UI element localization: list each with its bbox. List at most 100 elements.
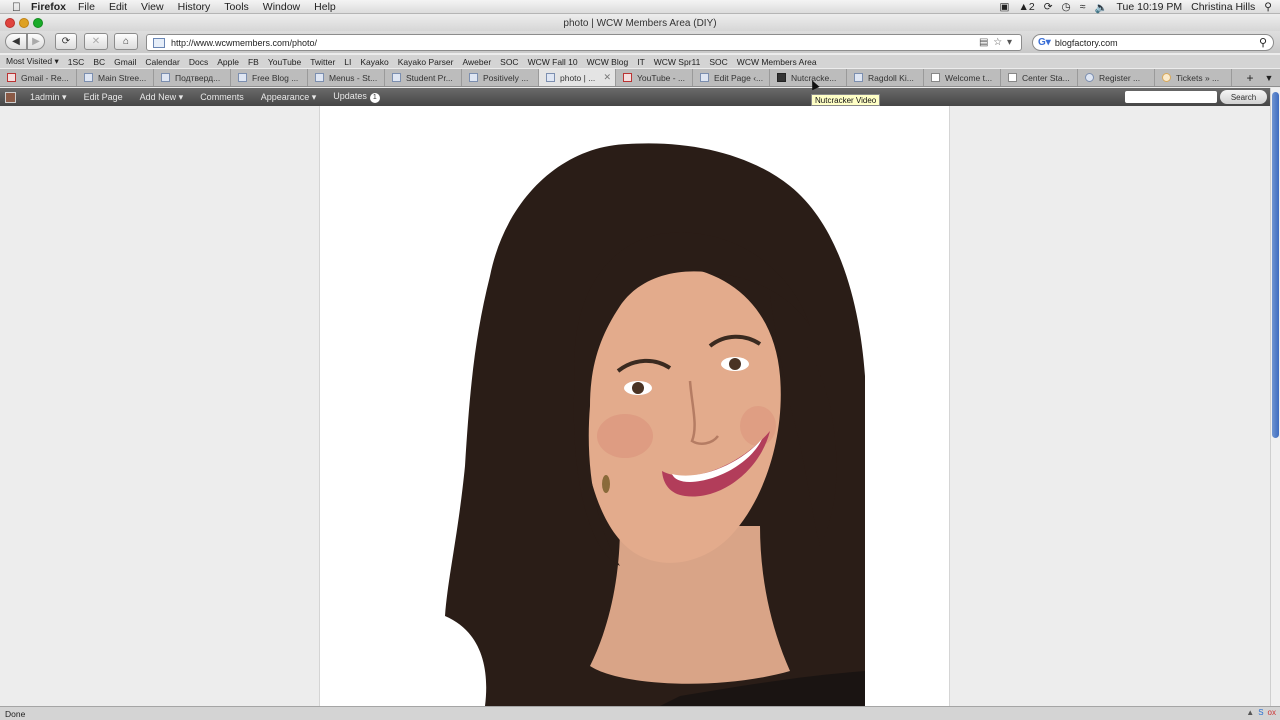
bookmark-wcw-members-area[interactable]: WCW Members Area	[737, 57, 817, 67]
add-new-label: Add New	[139, 91, 177, 102]
tab-ragdoll[interactable]: Ragdoll Ki...	[847, 69, 924, 86]
bookmark-kayako-parser[interactable]: Kayako Parser	[398, 57, 454, 67]
add-new-menu[interactable]: Add New ▾	[140, 92, 184, 103]
admin-search-button[interactable]: Search	[1220, 90, 1267, 104]
tab-photo-active[interactable]: photo | ... ✕	[539, 69, 616, 86]
url-text[interactable]: http://www.wcwmembers.com/photo/	[171, 38, 317, 48]
bookmark-docs[interactable]: Docs	[189, 57, 208, 67]
admin-user-menu[interactable]: 1admin ▾	[30, 92, 67, 103]
tab-student-pr[interactable]: Student Pr...	[385, 69, 462, 86]
close-tab-icon[interactable]: ✕	[603, 72, 611, 83]
comments-link[interactable]: Comments	[200, 92, 244, 102]
menu-view[interactable]: View	[141, 1, 164, 13]
wifi-icon[interactable]: ≈	[1080, 1, 1086, 13]
bookmark-youtube[interactable]: YouTube	[268, 57, 301, 67]
chevron-down-icon: ▾	[62, 91, 67, 102]
home-icon: ⌂	[122, 36, 130, 47]
menu-edit[interactable]: Edit	[109, 1, 127, 13]
bookmark-1sc[interactable]: 1SC	[68, 57, 85, 67]
search-engine-text[interactable]: blogfactory.com	[1055, 38, 1118, 48]
tab-podtverd[interactable]: Подтверд...	[154, 69, 231, 86]
bookmark-wcw-fall-10[interactable]: WCW Fall 10	[528, 57, 578, 67]
bookmark-li[interactable]: LI	[344, 57, 351, 67]
back-button[interactable]: ◀	[5, 33, 27, 50]
magnifier-icon[interactable]: ⚲	[1259, 36, 1267, 49]
adobe-icon[interactable]: ▲2	[1018, 1, 1034, 13]
bookmark-fb[interactable]: FB	[248, 57, 259, 67]
clock[interactable]: Tue 10:19 PM	[1117, 1, 1183, 13]
home-button[interactable]: ⌂	[114, 33, 138, 50]
addon-2-icon[interactable]: S	[1258, 708, 1263, 717]
tab-main-street[interactable]: Main Stree...	[77, 69, 154, 86]
forward-button[interactable]: ▶	[27, 33, 45, 50]
wp-admin-bar: 1admin ▾ Edit Page Add New ▾ Comments Ap…	[0, 88, 1270, 106]
new-tab-icon[interactable]: +	[1242, 69, 1258, 86]
avatar[interactable]	[5, 91, 16, 103]
tab-label: photo | ...	[560, 72, 596, 83]
grid-icon	[315, 73, 324, 82]
bookmark-kayako[interactable]: Kayako	[360, 57, 388, 67]
bookmark-it[interactable]: IT	[637, 57, 645, 67]
vertical-scrollbar[interactable]	[1270, 88, 1280, 706]
bookmark-bc[interactable]: BC	[93, 57, 105, 67]
close-window-button[interactable]	[5, 18, 15, 28]
reload-button[interactable]: ⟳	[55, 33, 77, 50]
tab-edit-page[interactable]: Edit Page ‹...	[693, 69, 770, 86]
apple-icon[interactable]: 	[12, 1, 24, 13]
addon-1-icon[interactable]: ▲	[1246, 708, 1254, 717]
bookmark-calendar[interactable]: Calendar	[145, 57, 180, 67]
tab-gmail[interactable]: Gmail - Re...	[0, 69, 77, 86]
tab-free-blog[interactable]: Free Blog ...	[231, 69, 308, 86]
window-controls	[5, 18, 43, 28]
search-engine-box[interactable]: G▾ blogfactory.com ⚲	[1032, 34, 1274, 51]
bookmark-gmail[interactable]: Gmail	[114, 57, 136, 67]
menu-window[interactable]: Window	[263, 1, 300, 13]
appearance-menu[interactable]: Appearance ▾	[261, 92, 317, 103]
bookmark-soc[interactable]: SOC	[500, 57, 518, 67]
bookmark-apple[interactable]: Apple	[217, 57, 239, 67]
page-content-column	[319, 106, 950, 706]
scrollbar-thumb[interactable]	[1272, 92, 1279, 438]
bookmark-twitter[interactable]: Twitter	[310, 57, 335, 67]
tab-center-stage[interactable]: Center Sta...	[1001, 69, 1078, 86]
tab-label: Positively ...	[483, 72, 529, 83]
camera-icon[interactable]: ▣	[1000, 1, 1010, 13]
status-bar: Done ▲ S ox	[0, 706, 1280, 720]
bookmark-wcw-spr11[interactable]: WCW Spr11	[654, 57, 701, 67]
menu-history[interactable]: History	[178, 1, 211, 13]
sync-icon[interactable]: ⟳	[1044, 1, 1053, 13]
tab-register[interactable]: Register ...	[1078, 69, 1155, 86]
google-icon[interactable]: G▾	[1038, 37, 1051, 48]
bookmark-wcw-blog[interactable]: WCW Blog	[587, 57, 629, 67]
menu-file[interactable]: File	[78, 1, 95, 13]
tab-list-icon[interactable]: ▼	[1262, 69, 1276, 86]
tab-label: Center Sta...	[1022, 72, 1070, 83]
zoom-window-button[interactable]	[33, 18, 43, 28]
addon-3-icon[interactable]: ox	[1268, 708, 1276, 717]
status-menus: ▣ ▲2 ⟳ ◷ ≈ 🔈 Tue 10:19 PM Christina Hill…	[1000, 0, 1272, 14]
menu-help[interactable]: Help	[314, 1, 336, 13]
minimize-window-button[interactable]	[19, 18, 29, 28]
menu-tools[interactable]: Tools	[224, 1, 249, 13]
doc-icon	[1008, 73, 1017, 82]
navigation-toolbar: ◀ ▶ ⟳ ✕ ⌂ http://www.wcwmembers.com/phot…	[0, 31, 1280, 53]
url-bar[interactable]: http://www.wcwmembers.com/photo/ ▤ ☆ ▾	[146, 34, 1022, 51]
tab-positively[interactable]: Positively ...	[462, 69, 539, 86]
app-menu-firefox[interactable]: Firefox	[31, 1, 66, 13]
stop-button[interactable]: ✕	[84, 33, 108, 50]
bookmark-star-icon[interactable]: ▤ ☆ ▾	[979, 37, 1013, 48]
time-machine-icon[interactable]: ◷	[1062, 1, 1071, 13]
tab-menus[interactable]: Menus - St...	[308, 69, 385, 86]
bookmark-soc-2[interactable]: SOC	[709, 57, 727, 67]
volume-icon[interactable]: 🔈	[1094, 1, 1107, 14]
user-name[interactable]: Christina Hills	[1191, 1, 1255, 13]
admin-search-input[interactable]	[1125, 91, 1217, 103]
bookmark-most-visited[interactable]: Most Visited ▾	[6, 56, 59, 67]
updates-link[interactable]: Updates 1	[333, 91, 380, 103]
tab-welcome[interactable]: Welcome t...	[924, 69, 1001, 86]
edit-page-link[interactable]: Edit Page	[84, 92, 123, 102]
tab-tickets[interactable]: Tickets » ...	[1155, 69, 1232, 86]
spotlight-icon[interactable]: ⚲	[1264, 1, 1272, 13]
tab-youtube[interactable]: YouTube - ...	[616, 69, 693, 86]
bookmark-aweber[interactable]: Aweber	[462, 57, 491, 67]
